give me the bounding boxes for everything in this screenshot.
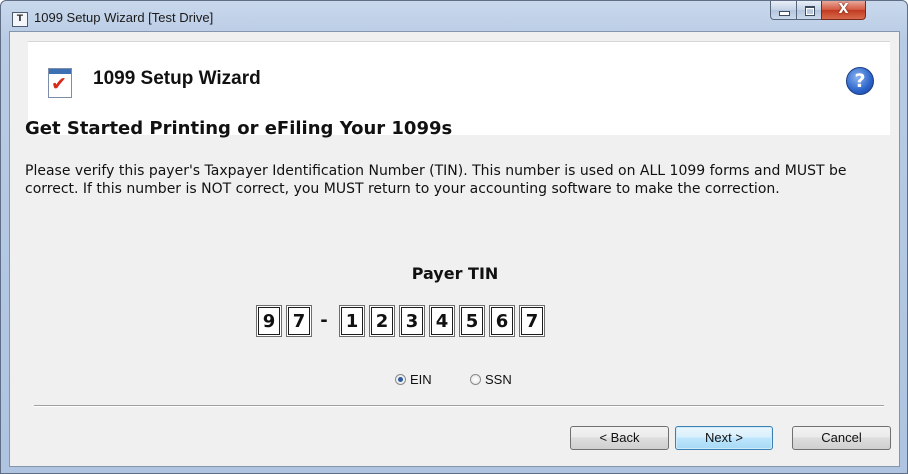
tin-digit-2[interactable]: 7 [286, 305, 312, 337]
wizard-body: ✔ 1099 Setup Wizard ? [9, 31, 900, 467]
tin-digit-7[interactable]: 5 [459, 305, 485, 337]
maximize-button[interactable] [796, 1, 822, 20]
ssn-radio-button[interactable] [470, 374, 481, 385]
ssn-radio-label[interactable]: SSN [485, 371, 512, 389]
window-title: 1099 Setup Wizard [Test Drive] [34, 10, 214, 25]
next-button[interactable]: Next > [675, 426, 773, 450]
tin-digit-1[interactable]: 9 [256, 305, 282, 337]
tin-digit-8[interactable]: 6 [489, 305, 515, 337]
app-icon-letter: T [16, 14, 24, 24]
page-heading: Get Started Printing or eFiling Your 109… [25, 118, 453, 139]
minimize-button[interactable] [770, 1, 797, 20]
tin-digit-5[interactable]: 3 [399, 305, 425, 337]
tin-separator: - [320, 310, 328, 331]
minimize-icon [779, 11, 790, 16]
close-button[interactable]: X [821, 1, 866, 20]
tin-digit-3[interactable]: 1 [339, 305, 365, 337]
help-icon[interactable]: ? [846, 67, 874, 95]
wizard-window: T 1099 Setup Wizard [Test Drive] X ✔ 109… [0, 0, 908, 474]
app-icon[interactable]: T [12, 12, 28, 27]
ein-radio-button[interactable] [395, 374, 406, 385]
maximize-icon [805, 6, 815, 16]
checklist-icon: ✔ [48, 68, 72, 98]
tin-digit-4[interactable]: 2 [369, 305, 395, 337]
check-mark-icon: ✔ [51, 73, 67, 95]
tin-digit-6[interactable]: 4 [429, 305, 455, 337]
cancel-button[interactable]: Cancel [792, 426, 891, 450]
footer-divider [34, 405, 884, 407]
tin-digit-9[interactable]: 7 [519, 305, 545, 337]
ein-radio-label[interactable]: EIN [410, 371, 432, 389]
wizard-title: 1099 Setup Wizard [93, 68, 261, 89]
close-icon: X [838, 2, 849, 17]
title-bar[interactable]: T 1099 Setup Wizard [Test Drive] X [1, 1, 907, 31]
tin-type-radio-group: EIN SSN [395, 371, 545, 389]
payer-tin-field: 9 7 - 1 2 3 4 5 6 7 [256, 305, 676, 337]
payer-tin-label: Payer TIN [411, 264, 499, 283]
back-button[interactable]: < Back [570, 426, 669, 450]
instructions-text: Please verify this payer's Taxpayer Iden… [25, 163, 847, 197]
